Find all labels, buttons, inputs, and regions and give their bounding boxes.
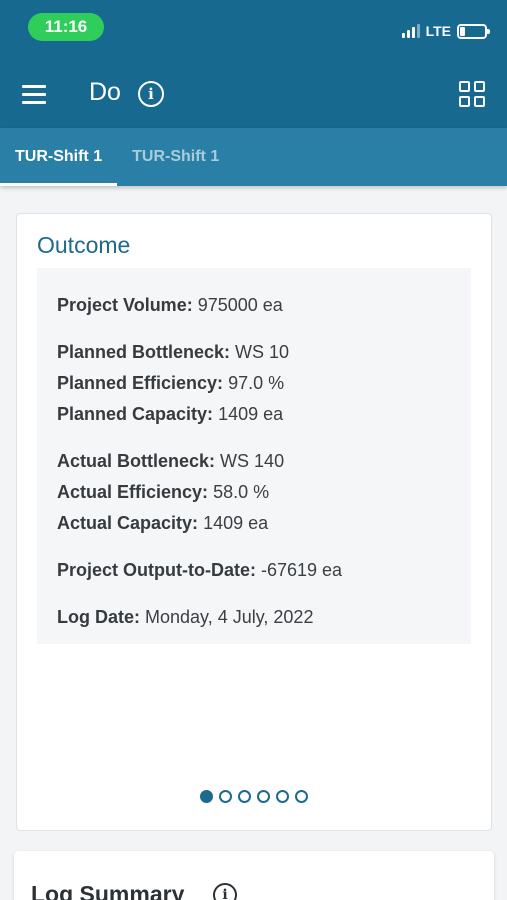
battery-icon: [457, 23, 490, 39]
signal-icon: [401, 24, 420, 38]
project-volume-label: Project Volume:: [57, 295, 193, 315]
actual-capacity-label: Actual Capacity:: [57, 513, 199, 533]
planned-bottleneck-row: Planned Bottleneck: WS 10: [57, 337, 451, 368]
network-type: LTE: [425, 23, 451, 39]
app-header: 11:16 LTE Do i: [0, 0, 507, 128]
planned-efficiency-label: Planned Efficiency:: [57, 373, 224, 393]
actual-efficiency-value: 58.0 %: [213, 482, 270, 502]
planned-capacity-row: Planned Capacity: 1409 ea: [57, 399, 451, 430]
tab-bar: TUR-Shift 1 TUR-Shift 1: [0, 128, 507, 186]
tab-tur-shift-1-second[interactable]: TUR-Shift 1: [117, 128, 234, 186]
project-volume-row: Project Volume: 975000 ea: [57, 290, 451, 321]
actual-bottleneck-row: Actual Bottleneck: WS 140: [57, 446, 451, 477]
actual-bottleneck-value: WS 140: [220, 451, 285, 471]
log-date-row: Log Date: Monday, 4 July, 2022: [57, 602, 451, 633]
actual-capacity-value: 1409 ea: [203, 513, 269, 533]
page-indicator: [200, 790, 308, 803]
project-output-label: Project Output-to-Date:: [57, 560, 256, 580]
log-summary-card: Log Summary i: [14, 851, 494, 900]
project-volume-value: 975000 ea: [197, 295, 283, 315]
actual-capacity-row: Actual Capacity: 1409 ea: [57, 508, 451, 539]
page-dot-5[interactable]: [276, 790, 289, 803]
outcome-title: Outcome: [37, 232, 131, 258]
page-title: Do: [89, 78, 121, 106]
info-circle-icon[interactable]: i: [138, 81, 164, 107]
actual-efficiency-label: Actual Efficiency:: [57, 482, 209, 502]
page-dot-1[interactable]: [200, 790, 213, 803]
page-dot-3[interactable]: [238, 790, 251, 803]
page-dot-2[interactable]: [219, 790, 232, 803]
status-time: 11:16: [28, 13, 104, 41]
project-output-value: -67619 ea: [261, 560, 343, 580]
outcome-details: Project Volume: 975000 ea Planned Bottle…: [37, 268, 471, 644]
planned-bottleneck-label: Planned Bottleneck:: [57, 342, 231, 362]
page-dot-6[interactable]: [295, 790, 308, 803]
project-output-row: Project Output-to-Date: -67619 ea: [57, 555, 451, 586]
planned-capacity-label: Planned Capacity:: [57, 404, 214, 424]
log-summary-title: Log Summary: [31, 881, 185, 900]
page-dot-4[interactable]: [257, 790, 270, 803]
tab-tur-shift-1[interactable]: TUR-Shift 1: [0, 128, 118, 186]
log-date-value: Monday, 4 July, 2022: [145, 607, 314, 627]
status-indicators: LTE: [401, 20, 490, 42]
planned-efficiency-row: Planned Efficiency: 97.0 %: [57, 368, 451, 399]
planned-bottleneck-value: WS 10: [235, 342, 290, 362]
info-circle-icon[interactable]: i: [213, 883, 237, 900]
actual-bottleneck-label: Actual Bottleneck:: [57, 451, 216, 471]
planned-efficiency-value: 97.0 %: [228, 373, 285, 393]
planned-capacity-value: 1409 ea: [218, 404, 284, 424]
actual-efficiency-row: Actual Efficiency: 58.0 %: [57, 477, 451, 508]
outcome-card: Outcome Project Volume: 975000 ea Planne…: [16, 213, 492, 831]
grid-view-icon[interactable]: [459, 81, 485, 107]
log-date-label: Log Date:: [57, 607, 140, 627]
hamburger-menu-icon[interactable]: [22, 80, 48, 108]
